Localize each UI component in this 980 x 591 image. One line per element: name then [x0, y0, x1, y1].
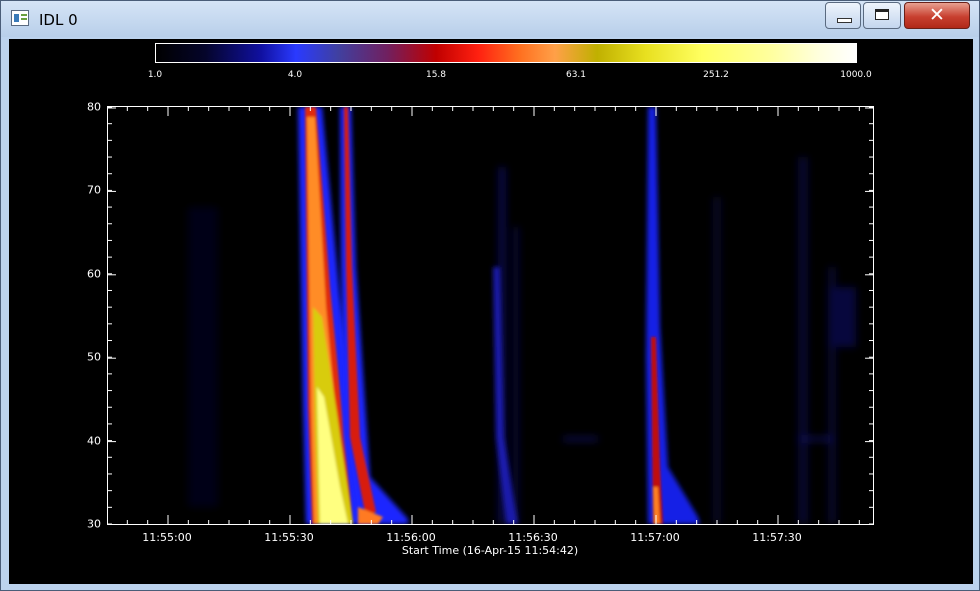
- colorbar-tick-label: 251.2: [703, 70, 729, 80]
- colorbar: [155, 43, 857, 63]
- close-icon: ✕: [929, 4, 945, 26]
- maximize-button[interactable]: [863, 2, 901, 29]
- colorbar-tick-label: 1000.0: [840, 70, 872, 80]
- plot-canvas: 1.0 4.0 15.8 63.1 251.2 1000.0 Start Tim…: [9, 39, 973, 584]
- colorbar-tick-label: 1.0: [147, 70, 163, 80]
- colorbar-tick-label: 63.1: [565, 70, 587, 80]
- colorbar-tick-label: 15.8: [425, 70, 447, 80]
- window-title: IDL 0: [39, 11, 78, 29]
- idl-window: IDL 0 ✕ 1.0 4.0 15.8 63.1 251.2 1000.0 S…: [0, 0, 980, 591]
- y-tick-label: 30: [87, 517, 101, 531]
- x-tick-label: 11:56:30: [508, 531, 558, 544]
- y-tick-label: 40: [87, 434, 101, 448]
- maximize-icon: [875, 9, 889, 20]
- x-axis-title: Start Time (16-Apr-15 11:54:42): [401, 544, 579, 557]
- x-tick-label: 11:57:30: [752, 531, 802, 544]
- x-tick-label: 11:55:30: [264, 531, 314, 544]
- x-tick-label: 11:56:00: [386, 531, 436, 544]
- minimize-button[interactable]: [825, 2, 861, 29]
- title-bar[interactable]: IDL 0 ✕: [1, 1, 979, 37]
- axis-ticks: [108, 107, 873, 524]
- close-button[interactable]: ✕: [904, 2, 970, 29]
- y-tick-label: 60: [87, 267, 101, 281]
- colorbar-tick-label: 4.0: [287, 70, 303, 80]
- y-tick-label: 50: [87, 350, 101, 364]
- idl-app-icon[interactable]: [11, 10, 29, 26]
- x-tick-label: 11:55:00: [142, 531, 192, 544]
- x-tick-label: 11:57:00: [630, 531, 680, 544]
- minimize-icon: [837, 18, 852, 23]
- y-tick-label: 70: [87, 183, 101, 197]
- spectrogram-plot[interactable]: [107, 106, 874, 525]
- y-tick-label: 80: [87, 100, 101, 114]
